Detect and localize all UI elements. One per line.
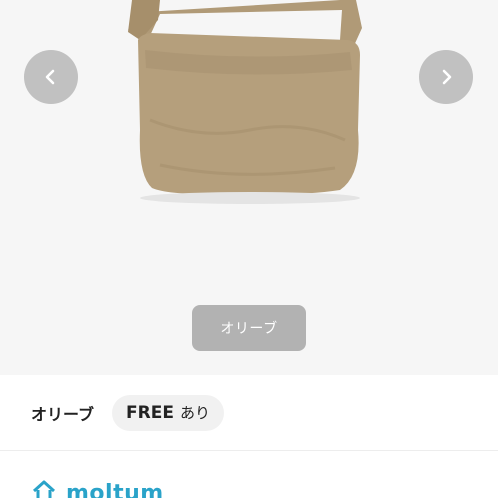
chevron-left-icon [45,69,55,85]
brand-name: moltum [66,480,164,498]
image-color-caption: オリーブ [192,305,306,351]
next-image-button[interactable] [419,50,473,104]
stock-status-label: あり [179,404,210,422]
size-option-pill[interactable]: FREE あり [112,394,224,431]
product-image-gallery[interactable]: オリーブ [0,0,498,375]
variant-row: オリーブ FREE あり [0,375,498,451]
variant-color-label: オリーブ [31,404,95,424]
brand-logo[interactable]: moltum [30,478,164,498]
previous-image-button[interactable] [24,50,78,104]
chevron-right-icon [442,69,452,85]
home-icon [30,477,58,498]
size-label: FREE [126,402,174,423]
